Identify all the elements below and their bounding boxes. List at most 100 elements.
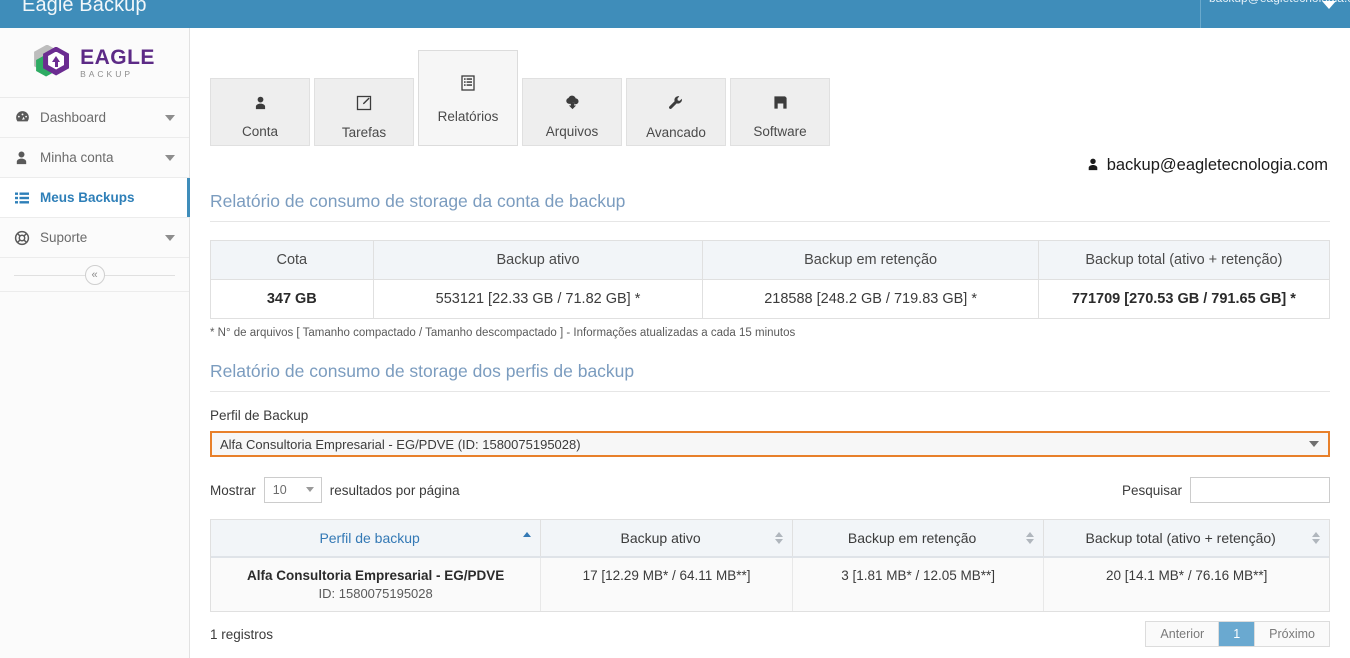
sort-icon (774, 531, 784, 545)
page-size-value: 10 (272, 483, 287, 497)
cell-backup-total: 20 [14.1 MB* / 76.16 MB**] (1043, 557, 1329, 611)
tab-label: Tarefas (341, 125, 387, 140)
sidebar-item-minha-conta[interactable]: Minha conta (0, 138, 189, 178)
app-title: Eagle Backup (22, 0, 147, 16)
show-suffix-label: resultados por página (329, 482, 460, 498)
person-icon (253, 95, 268, 113)
col-cota: Cota (211, 241, 374, 280)
chevron-down-icon (165, 114, 175, 121)
main-content: Conta Tarefas Relatórios Arquivos Avanca… (190, 28, 1350, 658)
cell-backup-retencao: 218588 [248.2 GB / 719.83 GB] * (702, 279, 1039, 318)
col-backup-total: Backup total (ativo + retenção) (1038, 241, 1329, 280)
brand-name: EAGLE (80, 45, 155, 69)
tab-bar: Conta Tarefas Relatórios Arquivos Avanca… (190, 28, 1350, 146)
account-report-table: Cota Backup ativo Backup em retenção Bac… (210, 240, 1330, 319)
tab-label: Arquivos (545, 124, 599, 139)
account-report-title: Relatório de consumo de storage da conta… (210, 191, 1330, 222)
col-backup-ativo[interactable]: Backup ativo (540, 520, 793, 558)
tab-arquivos[interactable]: Arquivos (522, 78, 622, 146)
sort-icon (1026, 531, 1035, 545)
sidebar-item-label: Suporte (40, 230, 88, 245)
chevron-down-icon (165, 154, 175, 161)
record-count: 1 registros (210, 626, 274, 642)
lifebuoy-icon (14, 230, 40, 246)
pagination-next[interactable]: Próximo (1255, 622, 1329, 646)
wrench-icon (668, 95, 684, 114)
sidebar-item-label: Meus Backups (40, 190, 135, 205)
user-icon (1086, 157, 1100, 174)
sidebar-item-suporte[interactable]: Suporte (0, 218, 189, 258)
tab-software[interactable]: Software (730, 78, 830, 146)
tab-conta[interactable]: Conta (210, 78, 310, 146)
sidebar: EAGLE BACKUP Dashboard Minha conta Meus (0, 28, 190, 658)
tab-avancado[interactable]: Avancado (626, 78, 726, 146)
pagination-page-1[interactable]: 1 (1219, 622, 1256, 646)
cell-cota: 347 GB (211, 279, 374, 318)
tab-tarefas[interactable]: Tarefas (314, 78, 414, 146)
tab-label: Avancado (646, 125, 706, 140)
cell-backup-ativo: 17 [12.29 MB* / 64.11 MB**] (540, 557, 793, 611)
datatable-footer: 1 registros Anterior 1 Próximo (210, 612, 1330, 647)
cell-backup-total: 771709 [270.53 GB / 791.65 GB] * (1071, 291, 1296, 307)
brand-logo: EAGLE BACKUP (0, 28, 189, 98)
download-icon (564, 95, 581, 113)
report-icon (460, 75, 476, 94)
profile-name: Alfa Consultoria Empresarial - EG/PDVE (246, 568, 505, 583)
profile-select-value: Alfa Consultoria Empresarial - EG/PDVE (… (220, 436, 581, 452)
sidebar-item-label: Minha conta (40, 150, 114, 165)
table-header-row: Cota Backup ativo Backup em retenção Bac… (211, 241, 1329, 280)
caret-down-icon (1322, 1, 1336, 9)
col-backup-retencao[interactable]: Backup em retenção (792, 520, 1045, 558)
user-icon (14, 150, 40, 165)
list-icon (14, 190, 40, 206)
search-input[interactable] (1190, 477, 1330, 503)
profile-select[interactable]: Alfa Consultoria Empresarial - EG/PDVE (… (210, 431, 1330, 457)
tab-label: Conta (241, 124, 279, 139)
col-backup-total[interactable]: Backup total (ativo + retenção) (1043, 520, 1329, 558)
edit-icon (356, 95, 372, 114)
table-row: Alfa Consultoria Empresarial - EG/PDVE I… (211, 557, 1329, 611)
sidebar-collapse-row: « (0, 258, 189, 292)
chevron-down-icon (1309, 441, 1319, 447)
sidebar-item-label: Dashboard (40, 110, 107, 125)
chevron-down-icon (305, 487, 314, 492)
cell-backup-ativo: 553121 [22.33 GB / 71.82 GB] * (373, 279, 704, 318)
table-row: 347 GB 553121 [22.33 GB / 71.82 GB] * 21… (211, 279, 1329, 318)
col-backup-ativo: Backup ativo (373, 241, 704, 280)
cell-backup-retencao: 3 [1.81 MB* / 12.05 MB**] (792, 557, 1045, 611)
top-bar: Eagle Backup backup@eagletecnologia.com (0, 0, 1350, 28)
sidebar-collapse-button[interactable]: « (84, 264, 105, 285)
eagle-hexagon-icon (34, 43, 74, 83)
cell-perfil: Alfa Consultoria Empresarial - EG/PDVE I… (211, 557, 542, 611)
brand-subtitle: BACKUP (80, 68, 134, 79)
datatable-controls: Mostrar 10 resultados por página Pesquis… (210, 475, 1330, 505)
profiles-datatable: Perfil de backup Backup ativo Backup em … (210, 519, 1330, 612)
col-perfil-de-backup[interactable]: Perfil de backup (211, 520, 542, 558)
pagination-previous[interactable]: Anterior (1146, 622, 1220, 646)
pagination: Anterior 1 Próximo (1145, 621, 1330, 647)
logged-user: backup@eagletecnologia.com (190, 146, 1350, 175)
sort-asc-icon (523, 531, 532, 545)
show-prefix-label: Mostrar (210, 482, 256, 498)
tab-label: Relatórios (437, 109, 499, 124)
table-header-row: Perfil de backup Backup ativo Backup em … (211, 520, 1329, 558)
sidebar-item-dashboard[interactable]: Dashboard (0, 98, 189, 138)
tab-relatorios[interactable]: Relatórios (418, 50, 518, 146)
chevron-down-icon (165, 234, 175, 241)
account-report-footnote: * N° de arquivos [ Tamanho compactado / … (210, 327, 796, 339)
profiles-report-title: Relatório de consumo de storage dos perf… (210, 361, 1330, 392)
search-label: Pesquisar (1121, 482, 1182, 498)
sort-icon (1312, 531, 1321, 545)
sidebar-item-meus-backups[interactable]: Meus Backups (0, 178, 190, 218)
profile-field-label: Perfil de Backup (210, 408, 309, 423)
app-root: Eagle Backup backup@eagletecnologia.com … (0, 0, 1350, 658)
col-backup-retencao: Backup em retenção (702, 241, 1039, 280)
user-email: backup@eagletecnologia.com (1106, 156, 1328, 174)
account-menu[interactable]: backup@eagletecnologia.com (1200, 0, 1350, 28)
profile-id: ID: 1580075195028 (318, 586, 433, 601)
col-label: Perfil de backup (319, 530, 420, 546)
tab-label: Software (753, 124, 807, 139)
save-icon (773, 95, 788, 113)
col-label: Backup em retenção (847, 530, 977, 546)
page-size-select[interactable]: 10 (263, 477, 322, 503)
